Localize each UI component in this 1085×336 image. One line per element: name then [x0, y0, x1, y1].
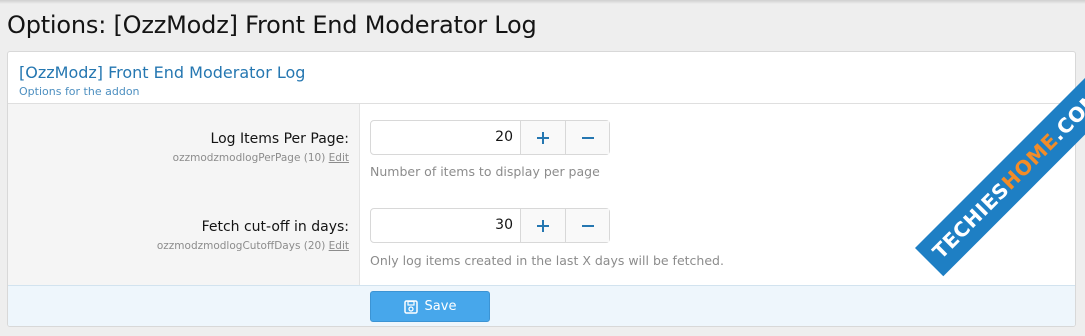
increment-button[interactable]	[521, 209, 565, 242]
block-header: [OzzModz] Front End Moderator Log Option…	[8, 52, 1075, 104]
page-title: Options: [OzzModz] Front End Moderator L…	[7, 11, 537, 39]
option-id: ozzmodzmodlogCutoffDays (20)	[156, 240, 326, 252]
edit-link[interactable]: Edit	[329, 240, 349, 252]
option-id: ozzmodzmodlogPerPage (10)	[172, 152, 326, 164]
block-title: [OzzModz] Front End Moderator Log	[19, 63, 306, 82]
option-row-label: Fetch cut-off in days: ozzmodzmodlogCuto…	[157, 219, 349, 252]
option-explain: Only log items created in the last X day…	[370, 253, 724, 268]
increment-button[interactable]	[521, 121, 565, 154]
minus-icon	[581, 136, 594, 139]
log-items-input[interactable]: 20	[371, 121, 521, 154]
save-label: Save	[424, 299, 457, 314]
save-icon	[403, 299, 418, 314]
label-column: Log Items Per Page: ozzmodzmodlogPerPage…	[8, 104, 360, 285]
option-hint: ozzmodzmodlogCutoffDays (20) Edit	[157, 240, 349, 252]
save-button[interactable]: Save	[370, 291, 490, 322]
block-description: Options for the addon	[19, 85, 140, 98]
plus-icon	[537, 219, 549, 232]
option-label: Fetch cut-off in days:	[201, 219, 349, 235]
top-bar-shadow	[0, 0, 1085, 4]
option-label: Log Items Per Page:	[210, 131, 349, 147]
option-row-label: Log Items Per Page: ozzmodzmodlogPerPage…	[173, 131, 349, 164]
option-hint: ozzmodzmodlogPerPage (10) Edit	[173, 152, 349, 164]
decrement-button[interactable]	[565, 121, 609, 154]
edit-link[interactable]: Edit	[329, 152, 349, 164]
decrement-button[interactable]	[565, 209, 609, 242]
form-footer: Save	[8, 285, 1075, 326]
option-explain: Number of items to display per page	[370, 164, 600, 179]
plus-icon	[537, 131, 549, 144]
minus-icon	[581, 224, 594, 227]
options-block: [OzzModz] Front End Moderator Log Option…	[7, 51, 1076, 327]
cutoff-days-stepper: 30	[370, 208, 610, 243]
cutoff-days-input[interactable]: 30	[371, 209, 521, 242]
log-items-stepper: 20	[370, 120, 610, 155]
